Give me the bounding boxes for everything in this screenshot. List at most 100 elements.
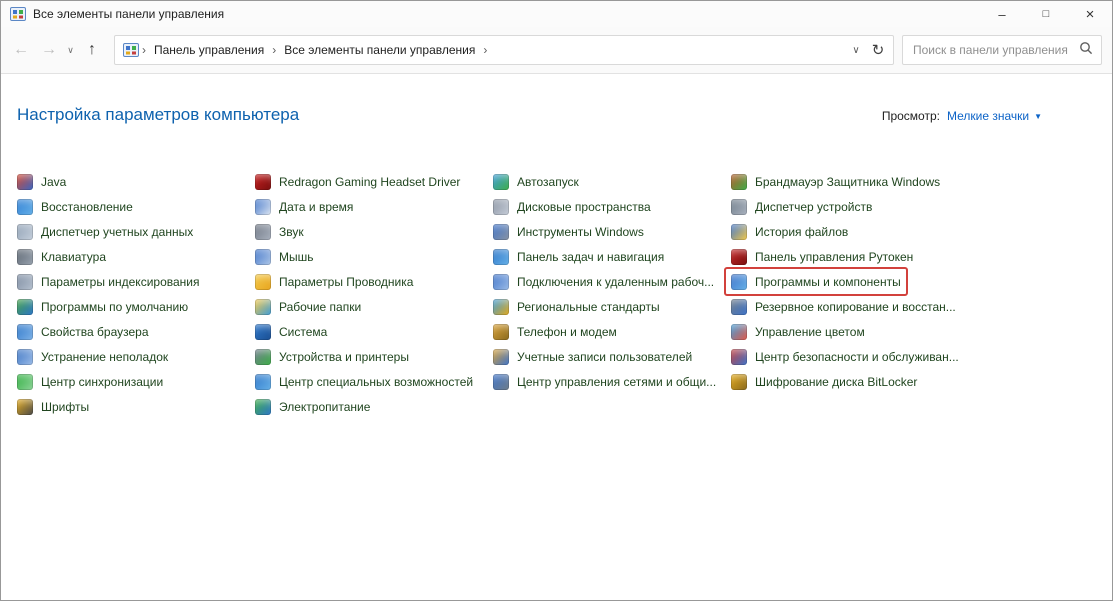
refresh-icon[interactable]: ↻ xyxy=(867,41,889,59)
control-panel-item[interactable]: Панель задач и навигация xyxy=(488,244,669,269)
search-box[interactable] xyxy=(902,35,1102,65)
item-label: Устройства и принтеры xyxy=(279,350,409,364)
control-panel-item[interactable]: Электропитание xyxy=(250,394,375,419)
item-label: Восстановление xyxy=(41,200,133,214)
maximize-icon[interactable]: □ xyxy=(1024,1,1068,27)
control-panel-item[interactable]: Брандмауэр Защитника Windows xyxy=(726,169,945,194)
control-panel-item[interactable]: Диспетчер устройств xyxy=(726,194,877,219)
region-icon xyxy=(493,299,509,315)
control-panel-item[interactable]: Рабочие папки xyxy=(250,294,366,319)
control-panel-item[interactable]: Система xyxy=(250,319,332,344)
items-column: Redragon Gaming Headset DriverДата и вре… xyxy=(255,169,493,419)
address-bar[interactable]: › Панель управления › Все элементы панел… xyxy=(114,35,894,65)
control-panel-item[interactable]: Панель управления Рутокен xyxy=(726,244,918,269)
breadcrumb-chevron-icon: › xyxy=(139,43,149,57)
close-icon[interactable]: × xyxy=(1068,1,1112,27)
search-input[interactable] xyxy=(911,42,1073,58)
control-panel-item[interactable]: Звук xyxy=(250,219,309,244)
storage-spaces-icon xyxy=(493,199,509,215)
breadcrumb-item-control-panel[interactable]: Панель управления xyxy=(149,43,269,57)
control-panel-item[interactable]: Резервное копирование и восстан... xyxy=(726,294,961,319)
control-panel-item[interactable]: Параметры индексирования xyxy=(12,269,204,294)
item-label: Устранение неполадок xyxy=(41,350,168,364)
item-label: Мышь xyxy=(279,250,314,264)
item-label: Дата и время xyxy=(279,200,353,214)
control-panel-item[interactable]: Дата и время xyxy=(250,194,358,219)
item-label: Управление цветом xyxy=(755,325,865,339)
control-panel-item[interactable]: Инструменты Windows xyxy=(488,219,649,244)
up-icon[interactable]: ↑ xyxy=(78,36,106,64)
page-title: Настройка параметров компьютера xyxy=(17,105,882,125)
control-panel-item[interactable]: Устранение неполадок xyxy=(12,344,173,369)
control-panel-item[interactable]: Управление цветом xyxy=(726,319,870,344)
titlebar: Все элементы панели управления – □ × xyxy=(1,1,1112,27)
security-maintenance-icon xyxy=(731,349,747,365)
control-panel-icon xyxy=(123,42,139,58)
item-label: Программы по умолчанию xyxy=(41,300,188,314)
control-panel-item[interactable]: Устройства и принтеры xyxy=(250,344,414,369)
breadcrumb-item-all-items[interactable]: Все элементы панели управления xyxy=(279,43,480,57)
content-header: Настройка параметров компьютера Просмотр… xyxy=(17,105,1112,125)
indexing-options-icon xyxy=(17,274,33,290)
work-folders-icon xyxy=(255,299,271,315)
item-label: Центр управления сетями и общи... xyxy=(517,375,716,389)
control-panel-item[interactable]: Клавиатура xyxy=(12,244,111,269)
control-panel-item[interactable]: Центр безопасности и обслуживан... xyxy=(726,344,964,369)
control-panel-item[interactable]: Шрифты xyxy=(12,394,94,419)
redragon-headset-icon xyxy=(255,174,271,190)
control-panel-item[interactable]: Мышь xyxy=(250,244,319,269)
control-panel-item[interactable]: Шифрование диска BitLocker xyxy=(726,369,922,394)
file-history-icon xyxy=(731,224,747,240)
date-time-icon xyxy=(255,199,271,215)
network-sharing-center-icon xyxy=(493,374,509,390)
search-icon[interactable] xyxy=(1079,41,1093,60)
control-panel-item[interactable]: Программы и компоненты xyxy=(726,269,906,294)
item-label: Диспетчер учетных данных xyxy=(41,225,193,239)
item-label: Параметры индексирования xyxy=(41,275,199,289)
control-panel-item[interactable]: Восстановление xyxy=(12,194,138,219)
chevron-down-icon: ▼ xyxy=(1034,112,1042,121)
control-panel-item[interactable]: Параметры Проводника xyxy=(250,269,418,294)
control-panel-item[interactable]: Центр синхронизации xyxy=(12,369,168,394)
phone-modem-icon xyxy=(493,324,509,340)
control-panel-item[interactable]: Дисковые пространства xyxy=(488,194,656,219)
address-dropdown-icon[interactable]: ∨ xyxy=(845,45,867,56)
control-panel-item[interactable]: Подключения к удаленным рабоч... xyxy=(488,269,719,294)
navigation-bar: ← → ∨ ↑ › Панель управления › Все элемен… xyxy=(1,27,1112,74)
view-mode-value: Мелкие значки xyxy=(947,109,1029,123)
back-icon[interactable]: ← xyxy=(7,36,35,64)
window-controls: – □ × xyxy=(980,1,1112,27)
backup-restore-icon xyxy=(731,299,747,315)
control-panel-item[interactable]: Учетные записи пользователей xyxy=(488,344,697,369)
keyboard-icon xyxy=(17,249,33,265)
item-label: Региональные стандарты xyxy=(517,300,660,314)
item-label: Брандмауэр Защитника Windows xyxy=(755,175,940,189)
item-label: Шрифты xyxy=(41,400,89,414)
control-panel-item[interactable]: Программы по умолчанию xyxy=(12,294,193,319)
item-label: Панель задач и навигация xyxy=(517,250,664,264)
programs-and-features-icon xyxy=(731,274,747,290)
view-mode-dropdown[interactable]: Мелкие значки ▼ xyxy=(947,109,1042,123)
control-panel-item[interactable]: Java xyxy=(12,169,71,194)
bitlocker-icon xyxy=(731,374,747,390)
control-panel-item[interactable]: Свойства браузера xyxy=(12,319,154,344)
control-panel-item[interactable]: История файлов xyxy=(726,219,853,244)
forward-icon[interactable]: → xyxy=(35,36,63,64)
control-panel-item[interactable]: Redragon Gaming Headset Driver xyxy=(250,169,465,194)
minimize-icon[interactable]: – xyxy=(980,1,1024,27)
recent-locations-icon[interactable]: ∨ xyxy=(63,36,78,64)
item-label: Шифрование диска BitLocker xyxy=(755,375,917,389)
control-panel-item[interactable]: Региональные стандарты xyxy=(488,294,665,319)
control-panel-item[interactable]: Центр управления сетями и общи... xyxy=(488,369,721,394)
ease-of-access-icon xyxy=(255,374,271,390)
item-label: Телефон и модем xyxy=(517,325,617,339)
control-panel-item[interactable]: Телефон и модем xyxy=(488,319,622,344)
control-panel-item[interactable]: Диспетчер учетных данных xyxy=(12,219,198,244)
control-panel-window: Все элементы панели управления – □ × ← →… xyxy=(0,0,1113,601)
control-panel-item[interactable]: Автозапуск xyxy=(488,169,584,194)
devices-printers-icon xyxy=(255,349,271,365)
item-label: Рабочие папки xyxy=(279,300,361,314)
control-panel-item[interactable]: Центр специальных возможностей xyxy=(250,369,478,394)
item-label: Центр синхронизации xyxy=(41,375,163,389)
item-label: История файлов xyxy=(755,225,848,239)
